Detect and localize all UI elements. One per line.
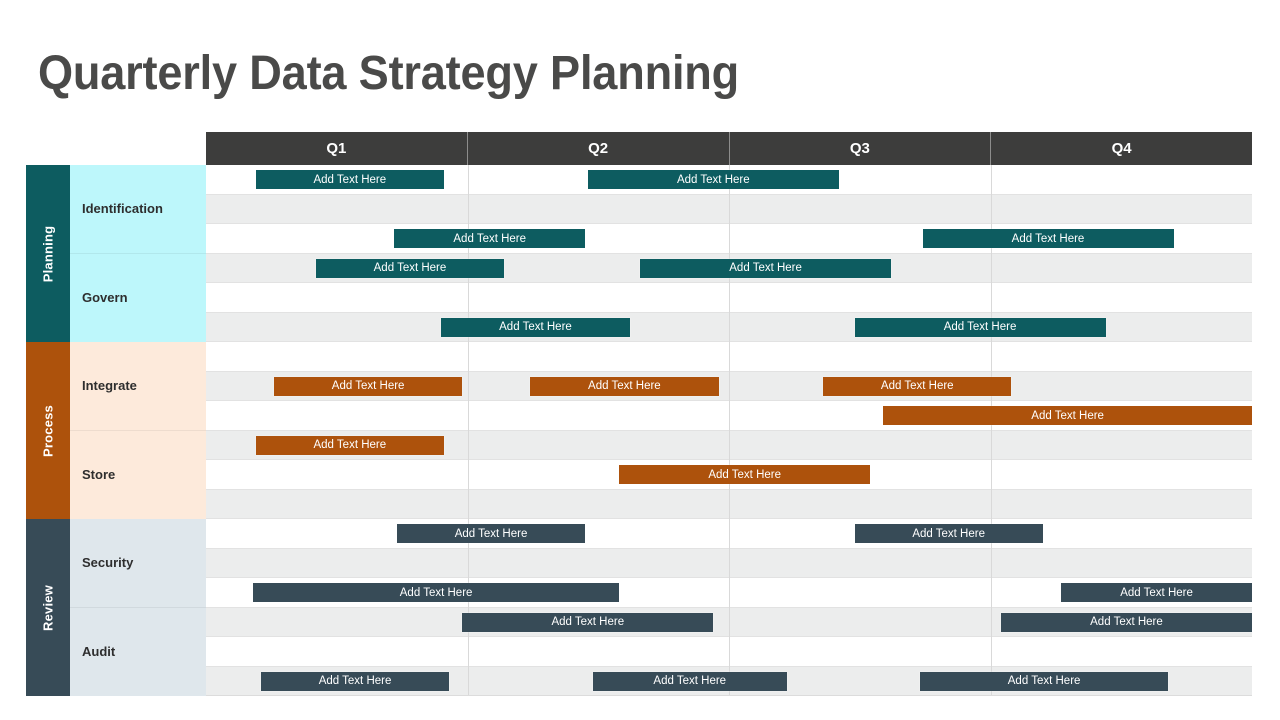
task-bar[interactable]: Add Text Here	[823, 376, 1012, 396]
slide-canvas: Quarterly Data Strategy Planning Q1 Q2 Q3 Q…	[0, 0, 1280, 720]
task-bar[interactable]: Add Text Here	[883, 406, 1252, 426]
chart-bottom-rule	[206, 695, 1252, 696]
group-spine-planning: Planning	[26, 165, 70, 342]
quarter-header-q1: Q1	[206, 132, 468, 165]
task-bar[interactable]: Add Text Here	[587, 170, 839, 190]
task-bar[interactable]: Add Text Here	[593, 671, 787, 691]
group-spine-review: Review	[26, 519, 70, 696]
task-bar[interactable]: Add Text Here	[854, 524, 1043, 544]
group-label-review: Review	[40, 584, 56, 631]
task-bar[interactable]: Add Text Here	[315, 258, 505, 278]
task-bar[interactable]: Add Text Here	[260, 671, 450, 691]
subrow-label-audit: Audit	[70, 607, 206, 696]
subrow-label-text: Store	[82, 467, 116, 483]
task-bar[interactable]: Add Text Here	[441, 317, 630, 337]
group-label-planning: Planning	[40, 225, 56, 282]
task-bar[interactable]: Add Text Here	[394, 229, 586, 249]
page-title: Quarterly Data Strategy Planning	[38, 47, 740, 100]
task-bar[interactable]: Add Text Here	[919, 671, 1169, 691]
subrow-label-integrate: Integrate	[70, 342, 206, 431]
task-bar[interactable]: Add Text Here	[396, 524, 586, 544]
group-spine-process: Process	[26, 342, 70, 519]
subrow-label-text: Integrate	[82, 378, 137, 394]
task-bar[interactable]: Add Text Here	[854, 317, 1106, 337]
subrow-label-text: Audit	[82, 644, 116, 660]
subrow-label-text: Govern	[82, 290, 128, 306]
task-bar[interactable]: Add Text Here	[255, 170, 444, 190]
task-bar[interactable]: Add Text Here	[530, 376, 719, 396]
gantt-chart: Q1 Q2 Q3 Q4 Planning Process Review Identific…	[26, 132, 1252, 696]
task-bar[interactable]: Add Text Here	[255, 435, 444, 455]
task-bar[interactable]: Add Text Here	[1061, 583, 1252, 603]
subrow-label-identification: Identification	[70, 165, 206, 254]
quarter-header-q4: Q4	[991, 132, 1252, 165]
subrow-label-security: Security	[70, 519, 206, 608]
task-bar[interactable]: Add Text Here	[462, 612, 714, 632]
quarter-header-q2: Q2	[467, 132, 730, 165]
task-bar[interactable]: Add Text Here	[640, 258, 892, 278]
quarter-header-q3: Q3	[729, 132, 992, 165]
task-bar[interactable]: Add Text Here	[253, 583, 620, 603]
subrow-label-store: Store	[70, 430, 206, 519]
task-bar[interactable]: Add Text Here	[619, 465, 871, 485]
subrow-label-text: Identification	[82, 201, 163, 217]
quarter-header-row: Q1 Q2 Q3 Q4	[206, 132, 1252, 165]
subrow-label-govern: Govern	[70, 253, 206, 342]
task-bar[interactable]: Add Text Here	[1000, 612, 1252, 632]
task-bar[interactable]: Add Text Here	[922, 229, 1174, 249]
quarter-gridline	[729, 165, 730, 696]
subrow-label-text: Security	[82, 555, 134, 571]
group-label-process: Process	[40, 404, 56, 457]
task-bar[interactable]: Add Text Here	[273, 376, 463, 396]
